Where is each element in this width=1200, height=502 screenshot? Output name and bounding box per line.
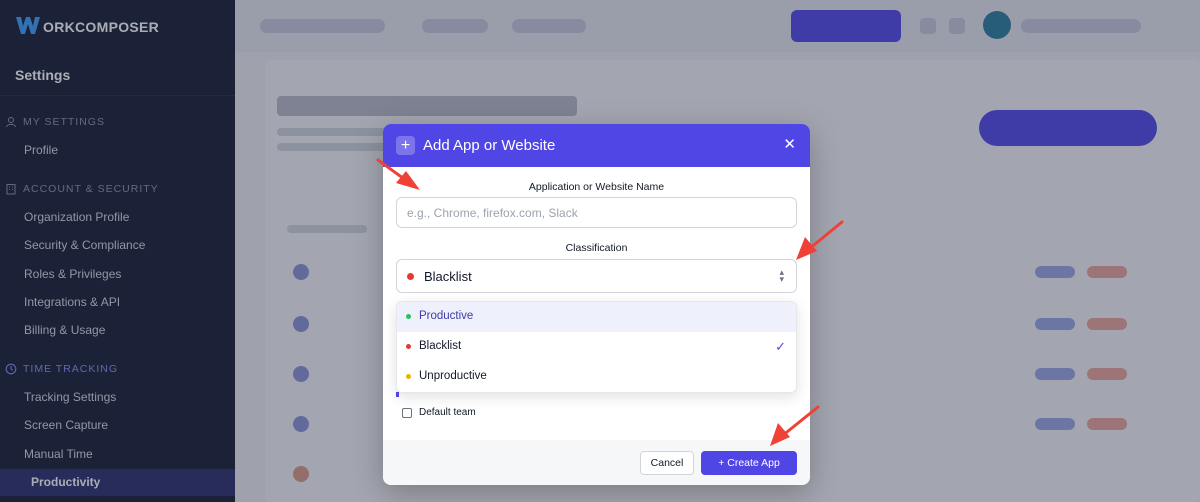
classification-dropdown: Productive Blacklist ✓ Unproductive xyxy=(396,301,797,393)
app-name-label: Application or Website Name xyxy=(528,181,665,193)
app-name-input[interactable] xyxy=(396,197,797,228)
classification-selected-value: Blacklist xyxy=(424,269,472,284)
option-unproductive[interactable]: Unproductive xyxy=(397,362,796,392)
cancel-button[interactable]: Cancel xyxy=(640,451,694,475)
classification-select[interactable]: Blacklist ▴ ▾ xyxy=(396,259,797,293)
default-team-label: Default team xyxy=(419,407,476,418)
checkmark-icon: ✓ xyxy=(775,339,786,354)
status-dot-icon xyxy=(407,273,414,280)
default-team-checkbox[interactable] xyxy=(402,407,412,418)
hidden-field-edge xyxy=(396,392,399,397)
option-label: Productive xyxy=(419,310,474,322)
default-team-row[interactable]: Default team xyxy=(402,407,476,418)
create-app-button[interactable]: + Create App xyxy=(701,451,797,475)
status-dot-icon xyxy=(406,374,411,379)
chevron-up-down-icon: ▴ ▾ xyxy=(779,267,784,284)
status-dot-icon xyxy=(406,314,411,319)
add-app-modal: + Add App or Website ✕ Application or We… xyxy=(383,124,810,485)
plus-icon: + xyxy=(396,136,415,155)
modal-header: + Add App or Website ✕ xyxy=(383,124,810,167)
option-label: Unproductive xyxy=(419,370,487,382)
option-label: Blacklist xyxy=(419,340,462,352)
status-dot-icon xyxy=(406,344,411,349)
modal-title: Add App or Website xyxy=(423,137,556,154)
option-productive[interactable]: Productive xyxy=(397,302,796,332)
classification-label: Classification xyxy=(565,242,628,254)
option-blacklist[interactable]: Blacklist ✓ xyxy=(397,332,796,362)
modal-footer: Cancel + Create App xyxy=(383,440,810,485)
close-icon[interactable]: ✕ xyxy=(783,137,796,153)
